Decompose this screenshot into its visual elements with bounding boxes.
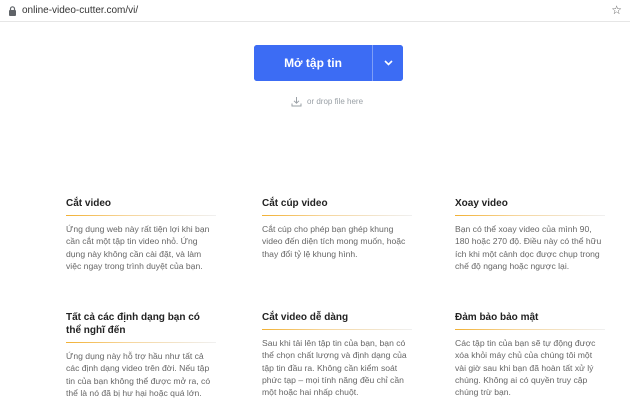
- drop-text: or drop file here: [307, 96, 364, 106]
- feature-underline: [66, 342, 216, 343]
- feature-title: Đảm bảo bảo mật: [455, 312, 539, 323]
- download-icon: [291, 96, 302, 106]
- feature-description: Ứng dụng web này rất tiện lợi khi bạn cầ…: [66, 224, 210, 271]
- feature-rotate-video: Xoay video Bạn có thể xoay video của mìn…: [455, 197, 605, 272]
- feature-crop-video: Cắt cúp video Cắt cúp cho phép bạn ghép …: [262, 197, 412, 260]
- browser-address-bar[interactable]: online-video-cutter.com/vi/ ☆: [0, 0, 630, 22]
- feature-description: Sau khi tải lên tập tin của bạn, bạn có …: [262, 338, 407, 398]
- feature-title: Cắt cúp video: [262, 198, 328, 209]
- feature-underline: [262, 329, 412, 330]
- open-options-dropdown[interactable]: [373, 45, 403, 81]
- feature-title: Cắt video: [66, 198, 112, 209]
- feature-underline: [262, 215, 412, 216]
- feature-description: Ứng dụng này hỗ trợ hầu như tất cả các đ…: [66, 351, 211, 398]
- feature-cut-video: Cắt video Ứng dụng web này rất tiện lợi …: [66, 197, 216, 272]
- lock-icon: [9, 6, 16, 16]
- feature-description: Bạn có thể xoay video của mình 90, 180 h…: [455, 224, 602, 271]
- bookmark-star-icon[interactable]: ☆: [611, 3, 622, 17]
- drop-zone-hint[interactable]: or drop file here: [291, 94, 363, 108]
- feature-underline: [66, 215, 216, 216]
- url-text[interactable]: online-video-cutter.com/vi/: [22, 5, 138, 16]
- feature-underline: [455, 329, 605, 330]
- feature-underline: [455, 215, 605, 216]
- open-file-button[interactable]: Mở tập tin: [254, 45, 372, 81]
- feature-security: Đảm bảo bảo mật Các tập tin của bạn sẽ t…: [455, 311, 605, 398]
- feature-title: Cắt video dễ dàng: [262, 312, 349, 323]
- feature-easy-cutting: Cắt video dễ dàng Sau khi tải lên tập ti…: [262, 311, 412, 398]
- open-file-group: Mở tập tin: [254, 45, 403, 81]
- feature-all-formats: Tất cả các định dạng bạn có thể nghĩ đến…: [66, 311, 216, 399]
- chevron-down-icon: [383, 60, 393, 66]
- feature-title: Tất cả các định dạng bạn có thể nghĩ đến: [66, 312, 200, 336]
- feature-description: Cắt cúp cho phép bạn ghép khung video đế…: [262, 224, 406, 259]
- feature-title: Xoay video: [455, 198, 508, 209]
- feature-description: Các tập tin của bạn sẽ tự động được xóa …: [455, 338, 596, 398]
